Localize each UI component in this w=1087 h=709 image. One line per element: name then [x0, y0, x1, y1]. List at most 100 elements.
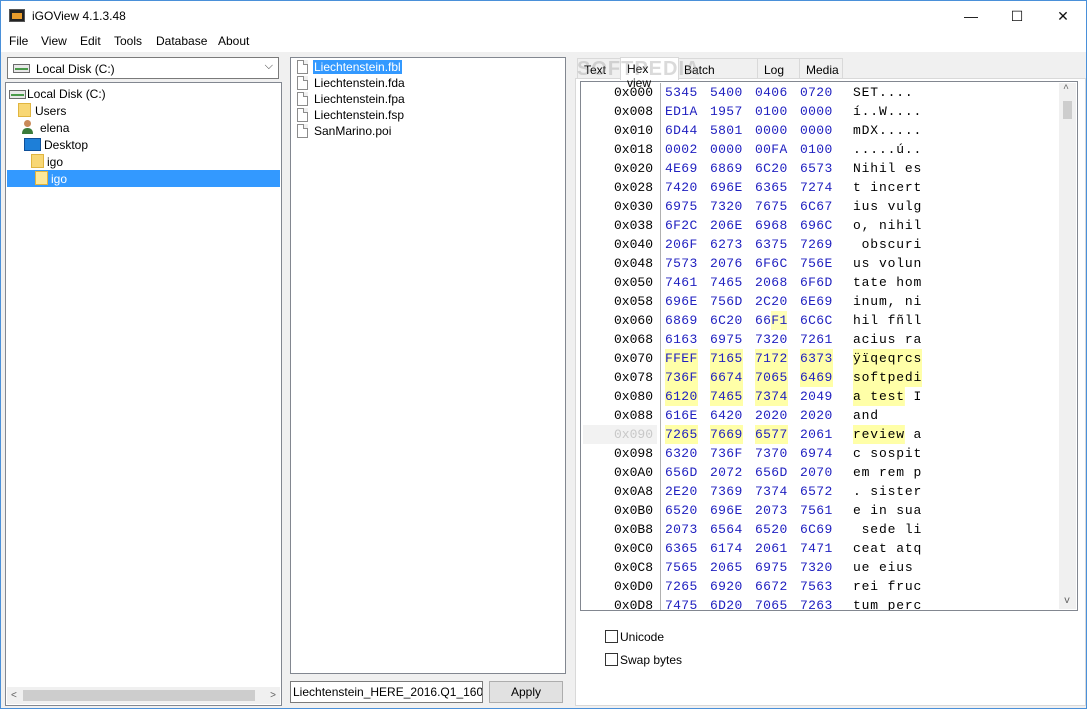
rename-input[interactable]: Liechtenstein_HERE_2016.Q1_160421: [290, 681, 483, 703]
hex-word[interactable]: 0000: [800, 121, 833, 140]
hex-word[interactable]: 6975: [755, 558, 788, 577]
menu-view[interactable]: View: [41, 34, 67, 48]
tree-item-igo-parent[interactable]: igo: [30, 153, 230, 170]
tree-item-local-disk[interactable]: Local Disk (C:): [7, 85, 207, 102]
hex-word[interactable]: 2068: [755, 273, 788, 292]
hex-row[interactable]: 0x010 6D44 5801 0000 0000 mDX.....: [581, 121, 1059, 140]
hex-row[interactable]: 0x0B8 2073 6564 6520 6C69 sede li: [581, 520, 1059, 539]
hex-word[interactable]: 696E: [710, 501, 743, 520]
hex-word[interactable]: 736F: [710, 444, 743, 463]
hex-word[interactable]: 656D: [755, 463, 788, 482]
hex-word[interactable]: 6974: [800, 444, 833, 463]
tree-item-igo-selected[interactable]: igo: [7, 170, 280, 187]
hex-ascii[interactable]: a test I: [853, 387, 923, 406]
hex-word[interactable]: ED1A: [665, 102, 698, 121]
tab-batch-rename[interactable]: Batch Rename: [677, 58, 759, 91]
hex-word[interactable]: 6975: [710, 330, 743, 349]
hex-word[interactable]: 696E: [710, 178, 743, 197]
hex-word[interactable]: 7573: [665, 254, 698, 273]
hex-word[interactable]: 7465: [710, 387, 743, 406]
hex-word[interactable]: 6C67: [800, 197, 833, 216]
scroll-down-icon[interactable]: v: [1064, 596, 1070, 607]
hex-row[interactable]: 0x098 6320 736F 7370 6974 c sospit: [581, 444, 1059, 463]
hex-word[interactable]: 6869: [710, 159, 743, 178]
hex-row[interactable]: 0x050 7461 7465 2068 6F6D tate hom: [581, 273, 1059, 292]
hex-ascii[interactable]: softpedi: [853, 368, 923, 387]
hex-word[interactable]: 6674: [710, 368, 743, 387]
hex-word[interactable]: 7471: [800, 539, 833, 558]
hex-word[interactable]: 206F: [665, 235, 698, 254]
hex-word[interactable]: 6672: [755, 577, 788, 596]
menu-edit[interactable]: Edit: [80, 34, 101, 48]
hex-row[interactable]: 0x028 7420 696E 6365 7274 t incert: [581, 178, 1059, 197]
hex-word[interactable]: 6420: [710, 406, 743, 425]
hex-word[interactable]: 2076: [710, 254, 743, 273]
hex-word[interactable]: 756D: [710, 292, 743, 311]
hex-row[interactable]: 0x058 696E 756D 2C20 6E69 inum, ni: [581, 292, 1059, 311]
hex-word[interactable]: 0100: [755, 102, 788, 121]
hex-word[interactable]: 6365: [755, 178, 788, 197]
hex-word[interactable]: 6968: [755, 216, 788, 235]
hex-vertical-scrollbar[interactable]: ^ v: [1059, 83, 1076, 609]
apply-button[interactable]: Apply: [489, 681, 563, 703]
folder-tree[interactable]: Local Disk (C:) Users elena Desktop igo …: [5, 82, 282, 706]
hex-word[interactable]: 6320: [665, 444, 698, 463]
hex-word[interactable]: 0406: [755, 83, 788, 102]
hex-ascii[interactable]: í..W....: [853, 102, 922, 121]
tab-hex-view[interactable]: Hex view: [620, 57, 679, 90]
hex-word[interactable]: 6573: [800, 159, 833, 178]
hex-ascii[interactable]: hil fñll: [853, 311, 922, 330]
hex-word[interactable]: 7475: [665, 596, 698, 610]
hex-word[interactable]: 6C69: [800, 520, 833, 539]
hex-ascii[interactable]: obscuri: [853, 235, 922, 254]
hex-row[interactable]: 0x0C8 7565 2065 6975 7320 ue eius: [581, 558, 1059, 577]
hex-word[interactable]: 7165: [710, 349, 743, 368]
hex-ascii[interactable]: Nihil es: [853, 159, 922, 178]
hex-word[interactable]: 7320: [755, 330, 788, 349]
hex-word[interactable]: 7675: [755, 197, 788, 216]
hex-ascii[interactable]: mDX.....: [853, 121, 922, 140]
hex-word[interactable]: 7563: [800, 577, 833, 596]
hex-row[interactable]: 0x0D0 7265 6920 6672 7563 rei fruc: [581, 577, 1059, 596]
hex-word[interactable]: 756E: [800, 254, 833, 273]
hex-word[interactable]: 0000: [800, 102, 833, 121]
hex-word[interactable]: 0000: [710, 140, 743, 159]
hex-word[interactable]: 7065: [755, 368, 788, 387]
hex-row[interactable]: 0x008 ED1A 1957 0100 0000 í..W....: [581, 102, 1059, 121]
hex-row[interactable]: 0x090 7265 7669 6577 2061 review a: [581, 425, 1059, 444]
hex-word[interactable]: 7065: [755, 596, 788, 610]
hex-word[interactable]: 7561: [800, 501, 833, 520]
hex-ascii[interactable]: em rem p: [853, 463, 922, 482]
hex-word[interactable]: 6D20: [710, 596, 743, 610]
hex-word[interactable]: 6F6D: [800, 273, 833, 292]
hex-word[interactable]: 7265: [665, 425, 698, 444]
hex-ascii[interactable]: ceat atq: [853, 539, 922, 558]
hex-word[interactable]: 00FA: [755, 140, 788, 159]
hex-ascii[interactable]: review a: [853, 425, 923, 444]
hex-word[interactable]: 7265: [665, 577, 698, 596]
hex-word[interactable]: 7374: [755, 482, 788, 501]
hex-word[interactable]: 696C: [800, 216, 833, 235]
hex-ascii[interactable]: .....ú..: [853, 140, 922, 159]
tab-media[interactable]: Media: [799, 58, 843, 79]
hex-word[interactable]: 6577: [755, 425, 788, 444]
hex-row[interactable]: 0x0A0 656D 2072 656D 2070 em rem p: [581, 463, 1059, 482]
hex-row[interactable]: 0x060 6869 6C20 66F1 6C6C hil fñll: [581, 311, 1059, 330]
tree-horizontal-scrollbar[interactable]: < >: [7, 687, 280, 704]
scrollbar-thumb[interactable]: [23, 690, 255, 701]
hex-ascii[interactable]: ius vulg: [853, 197, 922, 216]
hex-word[interactable]: 6E69: [800, 292, 833, 311]
hex-word[interactable]: 2061: [800, 425, 833, 444]
hex-word[interactable]: 6F2C: [665, 216, 698, 235]
hex-word[interactable]: 4E69: [665, 159, 698, 178]
hex-word[interactable]: 7274: [800, 178, 833, 197]
hex-word[interactable]: 7263: [800, 596, 833, 610]
hex-word[interactable]: 7465: [710, 273, 743, 292]
hex-ascii[interactable]: c sospit: [853, 444, 922, 463]
hex-word[interactable]: 6375: [755, 235, 788, 254]
hex-word[interactable]: 6273: [710, 235, 743, 254]
hex-word[interactable]: 6373: [800, 349, 833, 368]
hex-word[interactable]: 2C20: [755, 292, 788, 311]
hex-row[interactable]: 0x0C0 6365 6174 2061 7471 ceat atq: [581, 539, 1059, 558]
maximize-button[interactable]: ☐: [994, 1, 1040, 31]
